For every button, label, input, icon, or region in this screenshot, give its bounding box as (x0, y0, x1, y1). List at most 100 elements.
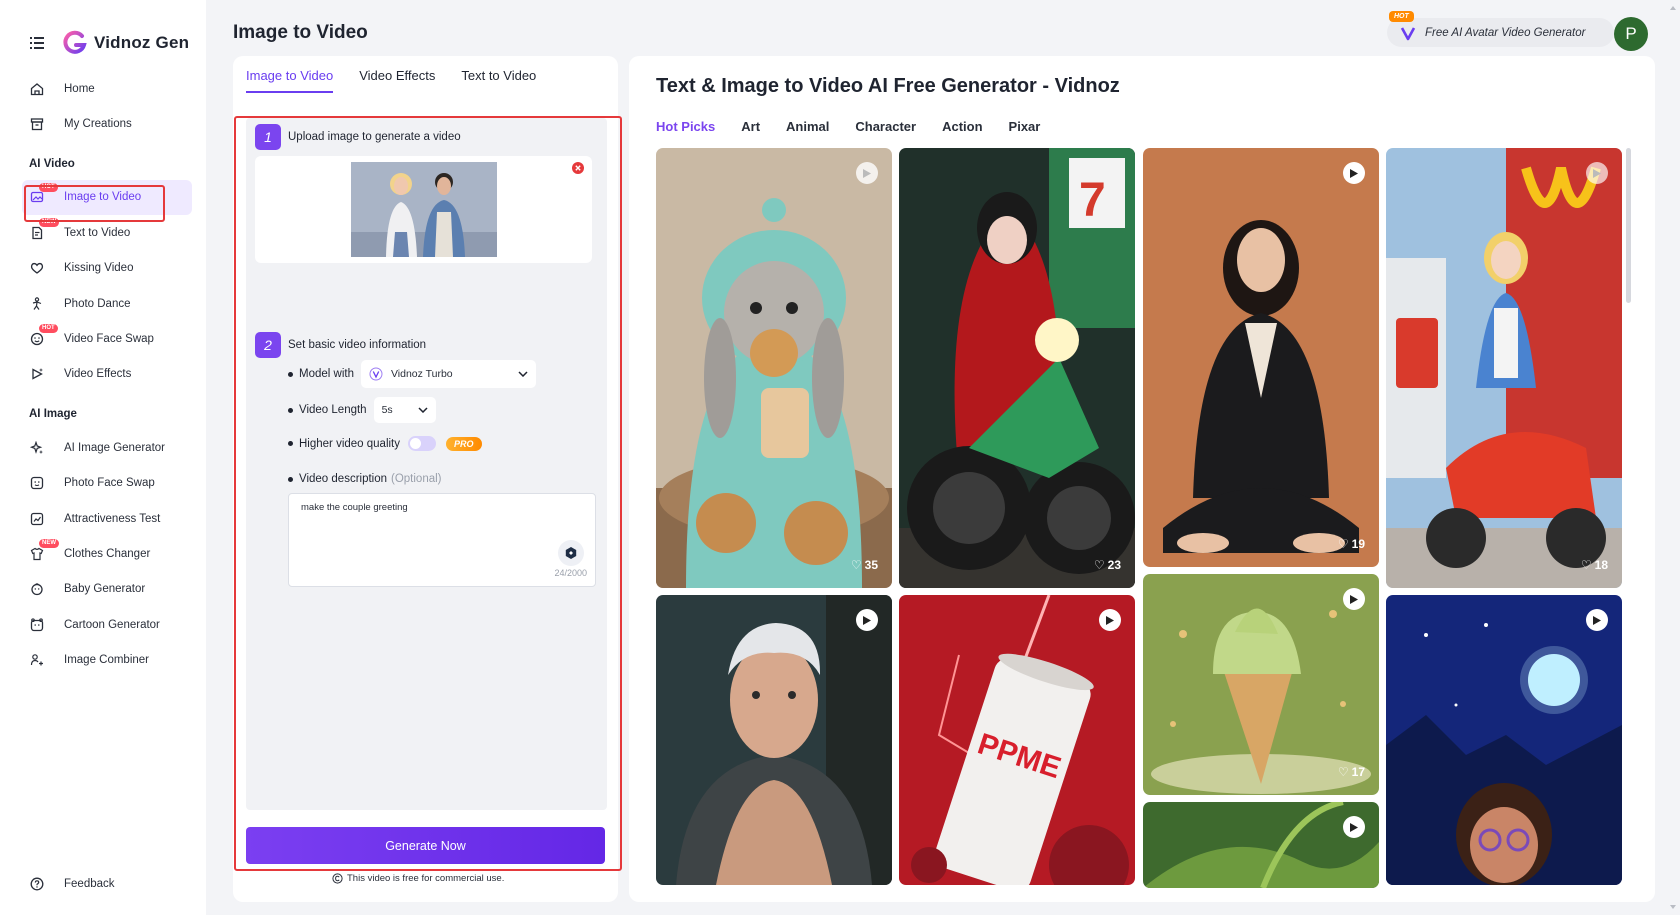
feedback-link[interactable]: Feedback (22, 866, 192, 901)
brand-name[interactable]: Vidnoz Gen (94, 33, 189, 53)
menu-icon[interactable] (28, 34, 46, 52)
like-number: 23 (1107, 558, 1121, 572)
cartoon-icon (29, 617, 45, 633)
sidebar-item-image-to-video[interactable]: HOT Image to Video (22, 179, 192, 216)
section-ai-image: AI Image (29, 408, 77, 421)
play-icon[interactable] (1343, 588, 1365, 610)
green-leaf-thumbnail (1143, 802, 1379, 888)
sidebar-item-attractiveness-test[interactable]: Attractiveness Test (22, 501, 192, 536)
sidebar-item-cartoon-generator[interactable]: Cartoon Generator (22, 607, 192, 642)
sidebar-item-feedback[interactable]: Feedback (22, 866, 192, 901)
gallery-card-leaf[interactable] (1143, 802, 1379, 888)
play-icon[interactable] (1586, 609, 1608, 631)
sidebar-item-video-face-swap[interactable]: HOT Video Face Swap (22, 321, 192, 356)
sidebar-item-label: Photo Dance (64, 297, 131, 310)
like-count[interactable]: ♡ 17 (1338, 765, 1365, 779)
sidebar-item-photo-dance[interactable]: Photo Dance (22, 286, 192, 321)
like-number: 17 (1351, 765, 1365, 779)
face-swap-icon (29, 331, 45, 347)
page-title: Image to Video (233, 22, 368, 43)
sidebar-item-video-effects[interactable]: Video Effects (22, 357, 192, 392)
gallery-card-night-girl[interactable] (1386, 595, 1622, 885)
category-action[interactable]: Action (942, 119, 982, 134)
sidebar-item-label: Text to Video (64, 226, 131, 239)
sidebar-item-label: Attractiveness Test (64, 512, 161, 525)
sidebar-item-label: Image Combiner (64, 654, 150, 667)
category-tabs: Hot Picks Art Animal Character Action Pi… (656, 119, 1040, 134)
avatar-generator-promo-button[interactable]: HOT Free AI Avatar Video Generator (1387, 11, 1614, 47)
score-icon (29, 511, 45, 527)
gallery-card-alice[interactable]: ♡ 18 (1386, 148, 1622, 588)
like-count[interactable]: ♡ 35 (851, 558, 878, 572)
commercial-note: This video is free for commercial use. (332, 873, 504, 884)
gallery-card-motorcycle[interactable]: 7 ♡ 23 (899, 148, 1135, 588)
gallery-card-bunny[interactable]: ♡ 35 (656, 148, 892, 588)
combine-icon (29, 652, 45, 668)
sidebar-item-label: Baby Generator (64, 583, 146, 596)
sidebar-item-baby-generator[interactable]: Baby Generator (22, 572, 192, 607)
like-number: 35 (864, 558, 878, 572)
gallery-card-can[interactable]: PPME (899, 595, 1135, 885)
sidebar-item-label: AI Image Generator (64, 441, 165, 454)
sidebar-item-image-combiner[interactable]: Image Combiner (22, 642, 192, 677)
ice-cream-thumbnail (1143, 574, 1379, 795)
play-icon[interactable] (856, 609, 878, 631)
night-girl-moon-thumbnail (1386, 595, 1622, 885)
play-icon[interactable] (1343, 162, 1365, 184)
new-tag: NEW (39, 218, 59, 228)
tab-image-to-video[interactable]: Image to Video (246, 68, 334, 93)
category-hot-picks[interactable]: Hot Picks (656, 119, 715, 134)
play-icon[interactable] (1586, 162, 1608, 184)
category-pixar[interactable]: Pixar (1009, 119, 1041, 134)
play-icon[interactable] (1099, 609, 1121, 631)
home-icon (29, 81, 45, 97)
like-count[interactable]: ♡ 19 (1338, 537, 1365, 551)
sidebar-item-kissing-video[interactable]: Kissing Video (22, 251, 192, 286)
gallery-card-man[interactable] (656, 595, 892, 885)
new-tag: NEW (39, 539, 59, 549)
gallery-scrollbar[interactable] (1626, 148, 1631, 303)
scroll-up-icon[interactable] (1669, 4, 1677, 12)
heart-outline-icon: ♡ (1093, 558, 1105, 572)
sidebar-item-label: Video Face Swap (64, 333, 154, 346)
generate-now-button[interactable]: Generate Now (246, 827, 605, 864)
gallery-card-woman[interactable]: ♡ 19 (1143, 148, 1379, 567)
tab-video-effects[interactable]: Video Effects (359, 68, 435, 93)
like-count[interactable]: ♡ 18 (1581, 558, 1608, 572)
play-icon[interactable] (856, 162, 878, 184)
vidnoz-v-icon (1400, 26, 1416, 40)
sidebar-item-home[interactable]: Home (22, 71, 192, 106)
dance-icon (29, 296, 45, 312)
sidebar-item-text-to-video[interactable]: NEW Text to Video (22, 215, 192, 250)
sidebar-item-label: Kissing Video (64, 262, 134, 275)
document-icon (29, 225, 45, 241)
sidebar-item-photo-face-swap[interactable]: Photo Face Swap (22, 466, 192, 501)
play-icon[interactable] (1343, 816, 1365, 838)
scroll-down-icon[interactable] (1669, 903, 1677, 911)
sidebar-item-label: Clothes Changer (64, 547, 151, 560)
sparkle-icon (29, 440, 45, 456)
copyright-icon (332, 873, 343, 884)
sidebar-item-clothes-changer[interactable]: NEW Clothes Changer (22, 536, 192, 571)
vidnoz-logo-icon[interactable] (62, 30, 88, 56)
tab-text-to-video[interactable]: Text to Video (461, 68, 536, 93)
gallery-panel: Text & Image to Video AI Free Generator … (629, 56, 1655, 902)
svg-text:7: 7 (1079, 174, 1106, 227)
heart-outline-icon: ♡ (850, 558, 862, 572)
heart-outline-icon: ♡ (1580, 558, 1592, 572)
like-count[interactable]: ♡ 23 (1094, 558, 1121, 572)
sidebar-item-label: Home (64, 82, 95, 95)
category-art[interactable]: Art (741, 119, 760, 134)
sidebar-item-my-creations[interactable]: My Creations (22, 106, 192, 141)
category-character[interactable]: Character (855, 119, 916, 134)
category-animal[interactable]: Animal (786, 119, 829, 134)
effects-icon (29, 366, 45, 382)
sidebar-item-label: Cartoon Generator (64, 618, 160, 631)
heart-outline-icon: ♡ (1337, 765, 1349, 779)
panel-tabs: Image to Video Video Effects Text to Vid… (246, 68, 536, 93)
gallery-card-ice-cream[interactable]: ♡ 17 (1143, 574, 1379, 795)
user-avatar[interactable]: P (1614, 17, 1648, 51)
silver-hair-man-thumbnail (656, 595, 892, 885)
sidebar-item-ai-image-generator[interactable]: AI Image Generator (22, 430, 192, 465)
sidebar-item-label: My Creations (64, 118, 132, 131)
